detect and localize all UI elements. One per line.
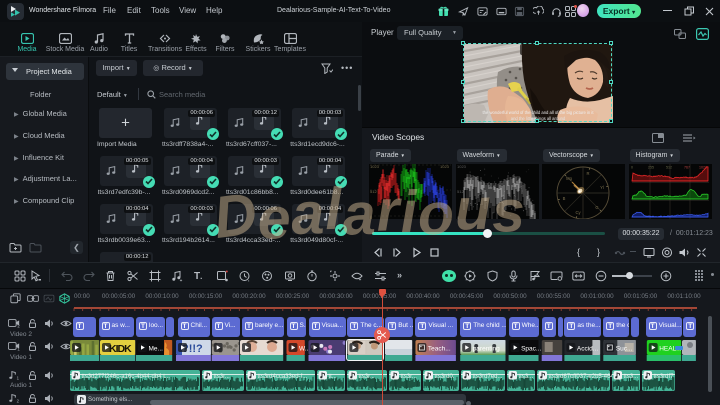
svg-text:tts3...: tts3... xyxy=(624,374,639,380)
svg-text:1023: 1023 xyxy=(457,164,467,169)
svg-text:tts3r...: tts3r... xyxy=(359,374,376,380)
svg-text:tts3rdf7: tts3rdf7 xyxy=(654,374,675,380)
svg-text:KIDK: KIDK xyxy=(109,343,132,355)
svg-text:Teach...: Teach... xyxy=(428,346,451,353)
svg-text:Suc...: Suc... xyxy=(616,346,633,353)
svg-text:tt...: tt... xyxy=(329,374,338,380)
svg-text:Accid...: Accid... xyxy=(577,346,599,353)
svg-text:tts3...: tts3... xyxy=(519,374,534,380)
svg-text:tts3r...: tts3r... xyxy=(214,374,231,380)
svg-text:tts3d277f246c-a16c-4b44-db4 t.: tts3d277f246c-a16c-4b44-db4 t... xyxy=(82,374,171,380)
svg-text:767: 767 xyxy=(684,166,690,170)
svg-text:512: 512 xyxy=(666,166,672,170)
svg-text:tts3r...: tts3r... xyxy=(401,374,418,380)
svg-text:2: 2 xyxy=(17,398,20,403)
svg-text:255: 255 xyxy=(648,166,654,170)
svg-text:tts3rd7ed...: tts3rd7ed... xyxy=(473,374,503,380)
svg-text:tts3rd4cca33ed-f...: tts3rd4cca33ed-f... xyxy=(258,374,308,380)
svg-text:1023: 1023 xyxy=(440,164,450,169)
svg-text:parenting: parenting xyxy=(473,346,500,353)
svg-text:2: 2 xyxy=(17,323,20,328)
svg-text:tts3rd0.: tts3rd0. xyxy=(435,374,455,380)
svg-text:Me...: Me... xyxy=(149,346,164,353)
svg-text:Spac...: Spac... xyxy=(521,346,541,353)
